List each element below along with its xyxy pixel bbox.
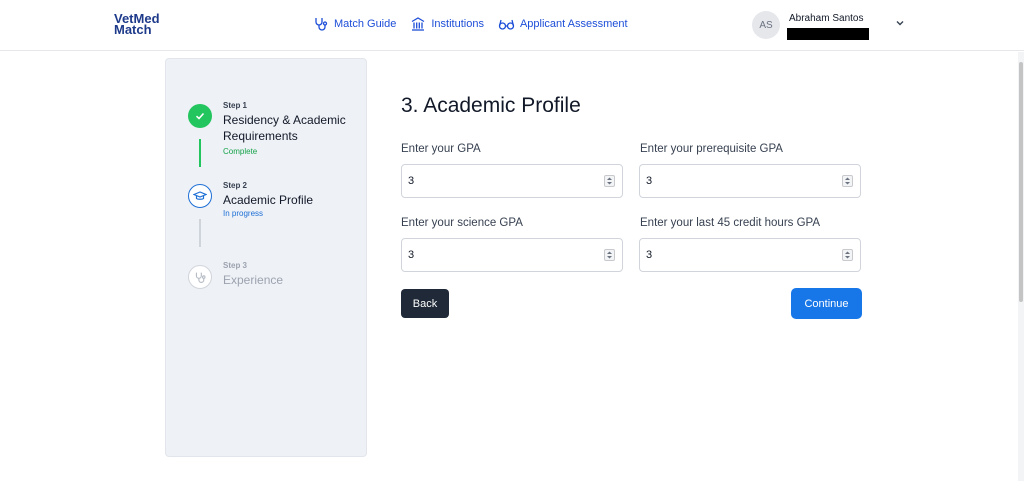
progress-stepper: Step 1 Residency & Academic Requirements… bbox=[165, 58, 367, 457]
step-title: Experience bbox=[223, 273, 284, 287]
avatar[interactable]: AS bbox=[752, 11, 780, 39]
chevron-down-icon[interactable] bbox=[894, 17, 906, 29]
institution-icon bbox=[412, 17, 425, 31]
prerequisite-gpa-field[interactable] bbox=[639, 164, 861, 198]
science-gpa-input[interactable] bbox=[402, 239, 592, 271]
step-number: Step 2 bbox=[223, 181, 248, 190]
top-navbar: VetMed Match Match Guide Institutions Ap… bbox=[0, 0, 1024, 51]
prerequisite-gpa-input[interactable] bbox=[640, 165, 830, 197]
step-title: Academic Profile bbox=[223, 193, 314, 207]
gpa-label: Enter your GPA bbox=[401, 143, 481, 155]
continue-button[interactable]: Continue bbox=[791, 288, 862, 319]
stethoscope-icon bbox=[315, 18, 328, 31]
check-icon bbox=[188, 104, 212, 128]
number-spinner-icon[interactable] bbox=[604, 175, 615, 187]
science-gpa-field[interactable] bbox=[401, 238, 623, 272]
nav-label: Applicant Assessment bbox=[519, 18, 628, 30]
nav-label: Institutions bbox=[431, 18, 484, 30]
stethoscope-icon bbox=[188, 265, 212, 289]
last-45-credit-gpa-label: Enter your last 45 credit hours GPA bbox=[640, 217, 821, 229]
last-45-credit-gpa-input[interactable] bbox=[640, 239, 830, 271]
main-nav: Match Guide Institutions Applicant Asses… bbox=[313, 14, 642, 34]
user-name: Abraham Santos bbox=[789, 13, 864, 24]
step-number: Step 3 bbox=[223, 261, 248, 270]
redacted-email bbox=[787, 28, 869, 40]
vetmed-match-logo[interactable]: VetMed Match bbox=[114, 12, 160, 36]
nav-match-guide[interactable]: Match Guide bbox=[313, 14, 396, 34]
last-45-credit-gpa-field[interactable] bbox=[639, 238, 861, 272]
step-status: Complete bbox=[223, 147, 258, 156]
step-connector bbox=[199, 139, 201, 167]
step-status: In progress bbox=[223, 209, 264, 218]
nav-label: Match Guide bbox=[334, 18, 397, 30]
glasses-icon bbox=[498, 19, 515, 30]
prerequisite-gpa-label: Enter your prerequisite GPA bbox=[640, 143, 783, 155]
gpa-field[interactable] bbox=[401, 164, 623, 198]
scrollbar-thumb[interactable] bbox=[1019, 62, 1023, 302]
page-scrollbar[interactable] bbox=[1018, 52, 1024, 481]
step-number: Step 1 bbox=[223, 101, 248, 110]
nav-applicant-assessment[interactable]: Applicant Assessment bbox=[498, 14, 628, 34]
graduation-cap-icon bbox=[188, 184, 212, 208]
number-spinner-icon[interactable] bbox=[842, 249, 853, 261]
science-gpa-label: Enter your science GPA bbox=[401, 217, 523, 229]
number-spinner-icon[interactable] bbox=[604, 249, 615, 261]
page-title: 3. Academic Profile bbox=[401, 94, 581, 117]
step-title: Residency & Academic Requirements bbox=[223, 113, 346, 143]
back-button[interactable]: Back bbox=[401, 289, 449, 318]
gpa-input[interactable] bbox=[402, 165, 592, 197]
number-spinner-icon[interactable] bbox=[842, 175, 853, 187]
step-connector bbox=[199, 219, 201, 247]
nav-institutions[interactable]: Institutions bbox=[410, 14, 484, 34]
